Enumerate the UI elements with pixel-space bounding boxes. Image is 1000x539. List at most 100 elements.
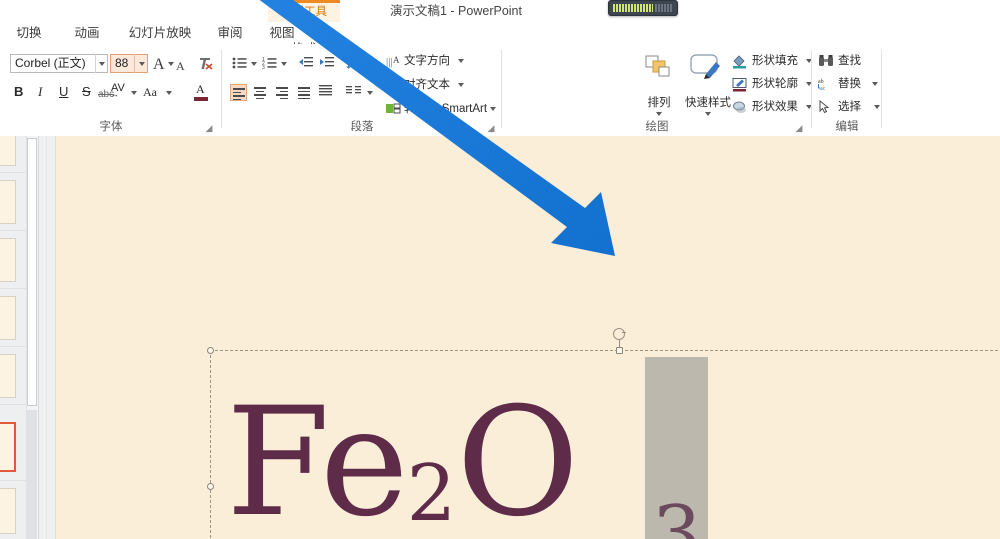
distribute-icon bbox=[318, 84, 334, 99]
arrange-label[interactable]: 排列 bbox=[638, 94, 680, 110]
slide-thumbnail[interactable] bbox=[0, 296, 16, 340]
columns-dropdown-arrow-icon[interactable] bbox=[367, 91, 373, 95]
slide-thumbnail[interactable] bbox=[0, 354, 16, 398]
slide-thumbnail[interactable] bbox=[0, 238, 16, 282]
select-label[interactable]: 选择 bbox=[838, 100, 861, 114]
slide-thumbnail[interactable] bbox=[0, 180, 16, 224]
title-bar: 演示文稿1 - PowerPoint bbox=[0, 0, 1000, 22]
align-text-icon[interactable] bbox=[386, 78, 401, 92]
rotation-handle-tick-icon bbox=[622, 332, 626, 333]
widget-bars-inactive bbox=[655, 4, 673, 12]
thumbnail-scrollbar-lower[interactable] bbox=[27, 410, 37, 539]
resize-handle-top-left[interactable] bbox=[207, 347, 214, 354]
arrange-icon bbox=[644, 54, 672, 80]
font-name-dropdown-arrow[interactable] bbox=[95, 54, 108, 73]
clear-formatting-icon[interactable] bbox=[196, 56, 214, 72]
align-right-button[interactable] bbox=[274, 84, 291, 101]
convert-smartart-dropdown-arrow-icon[interactable] bbox=[490, 107, 496, 111]
resize-handle-top-center[interactable] bbox=[616, 347, 623, 354]
justify-button[interactable] bbox=[296, 84, 313, 101]
increase-font-size-arrow-icon bbox=[168, 62, 174, 66]
shape-outline-icon bbox=[732, 77, 748, 92]
align-left-icon bbox=[233, 88, 245, 102]
slide-thumbnail-pane[interactable] bbox=[0, 136, 38, 539]
text-direction-dropdown-arrow-icon[interactable] bbox=[458, 59, 464, 63]
drawing-dialog-launcher-icon[interactable]: ◢ bbox=[794, 123, 804, 133]
convert-to-smartart-icon[interactable] bbox=[386, 102, 401, 116]
increase-indent-icon[interactable] bbox=[319, 56, 335, 73]
slide-thumbnail[interactable] bbox=[0, 136, 16, 166]
line-spacing-dropdown-arrow-icon[interactable] bbox=[365, 62, 371, 66]
resize-handle-middle-left[interactable] bbox=[207, 483, 214, 490]
text-direction-label[interactable]: 文字方向 bbox=[404, 54, 450, 68]
character-spacing-dropdown-arrow-icon[interactable] bbox=[131, 91, 137, 95]
window-indicator-widget bbox=[608, 0, 678, 16]
shape-outline-label[interactable]: 形状轮廓 bbox=[752, 77, 798, 91]
paragraph-dialog-launcher-icon[interactable]: ◢ bbox=[486, 123, 496, 133]
slide-canvas[interactable]: Fe2O 3 bbox=[56, 136, 1000, 539]
replace-dropdown-arrow-icon[interactable] bbox=[872, 82, 878, 86]
replace-icon: ab ac bbox=[818, 77, 834, 91]
bullets-dropdown-arrow-icon[interactable] bbox=[251, 62, 257, 66]
quick-styles-icon bbox=[688, 52, 724, 82]
distribute-button[interactable] bbox=[318, 84, 335, 101]
tab-transitions[interactable]: 切换 bbox=[0, 22, 58, 44]
bullets-icon[interactable] bbox=[232, 56, 248, 73]
find-binoculars-icon bbox=[818, 54, 834, 68]
font-group-label: 字体 bbox=[0, 118, 222, 134]
align-right-icon bbox=[276, 87, 288, 101]
thumbnail-scrollbar-thumb[interactable] bbox=[27, 138, 37, 406]
numbering-dropdown-arrow-icon[interactable] bbox=[281, 62, 287, 66]
line-spacing-icon[interactable] bbox=[346, 56, 362, 73]
text-shadow-button[interactable]: S bbox=[82, 84, 91, 101]
paragraph-group-label: 段落 bbox=[222, 118, 502, 134]
decrease-font-size-icon[interactable]: A bbox=[176, 59, 185, 74]
justify-icon bbox=[298, 87, 310, 101]
increase-font-size-icon[interactable]: A bbox=[153, 56, 165, 74]
arrange-dropdown-arrow-icon[interactable] bbox=[656, 112, 662, 116]
font-color-swatch[interactable] bbox=[194, 97, 208, 101]
change-case-dropdown-arrow-icon[interactable] bbox=[166, 91, 172, 95]
shape-effects-label[interactable]: 形状效果 bbox=[752, 100, 798, 114]
ribbon-group-drawing: 排列 快速样式 形状填充 形状轮廓 bbox=[502, 44, 812, 136]
pane-divider-secondary bbox=[46, 136, 47, 539]
find-label[interactable]: 查找 bbox=[838, 54, 861, 68]
text-direction-icon[interactable]: ||| A bbox=[386, 54, 401, 68]
numbering-icon[interactable]: 1 2 3 bbox=[262, 56, 278, 73]
font-dialog-launcher-icon[interactable]: ◢ bbox=[204, 123, 214, 133]
change-case-button[interactable]: Aa bbox=[143, 85, 157, 100]
textbox-selection-frame[interactable] bbox=[210, 350, 1000, 539]
tab-slideshow[interactable]: 幻灯片放映 bbox=[116, 22, 204, 44]
workspace: Fe2O 3 G XI 网 system.com bbox=[0, 136, 1000, 539]
font-color-button[interactable]: A bbox=[196, 82, 205, 97]
font-size-dropdown-arrow[interactable] bbox=[134, 54, 148, 73]
replace-label[interactable]: 替换 bbox=[838, 77, 861, 91]
pane-divider[interactable] bbox=[38, 136, 39, 539]
decrease-indent-icon[interactable] bbox=[298, 56, 314, 73]
tab-animations[interactable]: 动画 bbox=[58, 22, 116, 44]
columns-button[interactable] bbox=[346, 84, 363, 101]
character-spacing-button[interactable]: AV ↔ bbox=[111, 82, 125, 98]
quick-styles-dropdown-arrow-icon[interactable] bbox=[705, 112, 711, 116]
align-text-label[interactable]: 对齐文本 bbox=[404, 78, 450, 92]
bold-button[interactable]: B bbox=[14, 84, 23, 101]
slide-thumbnail-selected[interactable] bbox=[0, 422, 16, 472]
tab-review[interactable]: 审阅 bbox=[204, 22, 256, 44]
ribbon-group-editing: 查找 ab ac 替换 选择 编辑 bbox=[812, 44, 882, 136]
ribbon-group-paragraph: 1 2 3 bbox=[222, 44, 502, 136]
shape-fill-label[interactable]: 形状填充 bbox=[752, 54, 798, 68]
font-name-input[interactable]: Corbel (正文) bbox=[10, 54, 108, 73]
align-text-dropdown-arrow-icon[interactable] bbox=[458, 83, 464, 87]
italic-button[interactable]: I bbox=[38, 84, 42, 101]
align-center-button[interactable] bbox=[252, 84, 269, 101]
editing-group-label: 编辑 bbox=[812, 118, 882, 134]
widget-bars-active bbox=[613, 4, 653, 12]
align-left-button[interactable] bbox=[230, 84, 247, 101]
convert-to-smartart-label[interactable]: 转换为 SmartArt bbox=[404, 102, 487, 116]
powerpoint-window: 演示文稿1 - PowerPoint 绘图工具 切换 动画 幻灯片放映 审阅 视… bbox=[0, 0, 1000, 539]
select-dropdown-arrow-icon[interactable] bbox=[874, 105, 880, 109]
underline-button[interactable]: U bbox=[59, 84, 68, 101]
quick-styles-label[interactable]: 快速样式 bbox=[680, 94, 736, 110]
slide-thumbnail[interactable] bbox=[0, 488, 16, 534]
shape-effects-icon bbox=[732, 100, 748, 115]
